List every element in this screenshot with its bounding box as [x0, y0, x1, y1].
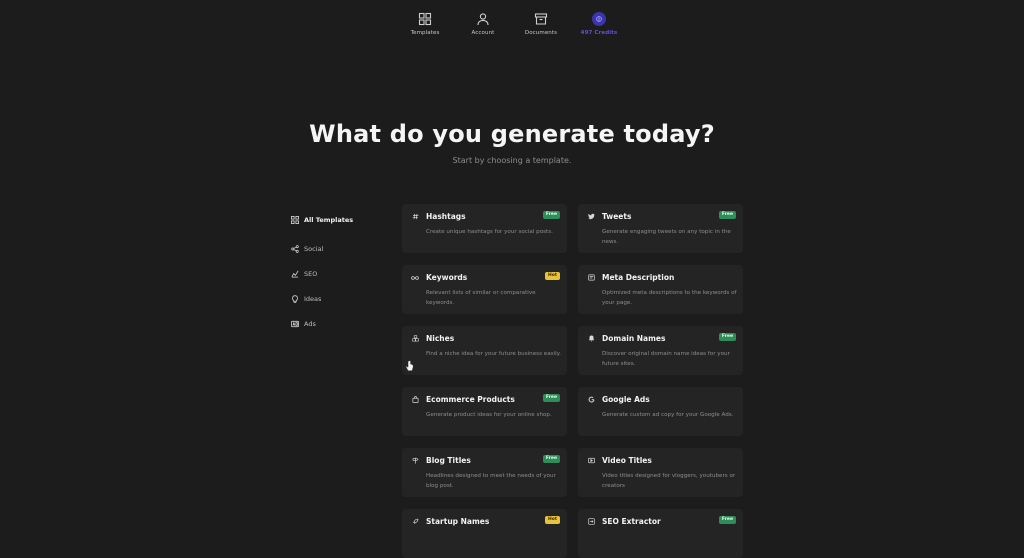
template-title: Startup Names	[426, 517, 490, 526]
page-subtitle: Start by choosing a template.	[452, 156, 572, 165]
template-card-niches[interactable]: Niches Find a niche idea for your future…	[402, 326, 567, 375]
free-badge: Free	[718, 211, 736, 219]
sidebar-item-label: SEO	[304, 269, 318, 278]
twitter-icon	[587, 213, 595, 221]
bell-icon	[587, 335, 595, 343]
template-description: Optimized meta descriptions to the keywo…	[602, 290, 737, 306]
infinity-icon	[411, 274, 419, 282]
sidebar-item-social[interactable]: Social	[290, 236, 390, 261]
grid-icon	[290, 215, 299, 224]
template-title: Niches	[426, 334, 455, 343]
nav-account-label: Account	[471, 30, 495, 36]
template-card-keywords[interactable]: Keywords Hot Relevant lists of similar o…	[402, 265, 567, 314]
template-description: Video titles designed for vloggers, yout…	[602, 473, 736, 489]
template-title: Tweets	[602, 212, 632, 221]
archive-icon	[534, 13, 548, 25]
sidebar-item-ideas[interactable]: Ideas	[290, 286, 390, 311]
google-icon	[587, 396, 595, 404]
video-icon	[587, 457, 595, 465]
template-card-video-titles[interactable]: Video Titles Video titles designed for v…	[578, 448, 743, 497]
template-card-seo-extractor[interactable]: SEO Extractor Free	[578, 509, 743, 558]
free-badge: Free	[718, 516, 736, 524]
nav-account[interactable]: Account	[459, 12, 507, 46]
template-title: Keywords	[426, 273, 468, 282]
nav-documents-label: Documents	[524, 30, 558, 36]
template-title: Domain Names	[602, 334, 666, 343]
template-description: Headlines designed to meet the needs of …	[426, 473, 556, 489]
free-badge: Free	[718, 333, 736, 341]
template-card-blog-titles[interactable]: Blog Titles Free Headlines designed to m…	[402, 448, 567, 497]
share-icon	[290, 244, 299, 253]
template-title: Blog Titles	[426, 456, 471, 465]
template-title: Google Ads	[602, 395, 650, 404]
template-card-hashtags[interactable]: Hashtags Free Create unique hashtags for…	[402, 204, 567, 253]
hash-icon	[411, 213, 419, 221]
signpost-icon	[411, 457, 419, 465]
sidebar-item-label: All Templates	[304, 215, 354, 224]
nav-templates-label: Templates	[410, 30, 440, 36]
ad-icon	[290, 319, 299, 328]
extract-icon	[587, 518, 595, 526]
free-badge: Free	[542, 211, 560, 219]
sidebar-item-label: Ads	[304, 319, 316, 328]
document-icon	[587, 274, 595, 282]
credits-icon	[592, 12, 606, 26]
free-badge: Free	[542, 394, 560, 402]
template-grid: Hashtags Free Create unique hashtags for…	[402, 204, 743, 558]
sidebar-item-label: Social	[304, 244, 324, 253]
template-description: Generate product ideas for your online s…	[426, 412, 552, 418]
template-title: Ecommerce Products	[426, 395, 515, 404]
template-description: Discover original domain name ideas for …	[602, 351, 730, 367]
hand-cursor-icon	[405, 360, 414, 372]
hot-badge: Hot	[544, 272, 560, 280]
template-card-google-ads[interactable]: Google Ads Generate custom ad copy for y…	[578, 387, 743, 436]
hot-badge: Hot	[544, 516, 560, 524]
template-description: Generate engaging tweets on any topic in…	[602, 229, 731, 245]
nav-credits[interactable]: 497 Credits	[575, 12, 623, 46]
nav-credits-label: 497 Credits	[580, 30, 618, 36]
nav-templates[interactable]: Templates	[401, 12, 449, 46]
grid-icon	[418, 12, 432, 26]
top-navigation: Templates Account Documents 497 Credits	[0, 0, 1024, 46]
template-description: Create unique hashtags for your social p…	[426, 229, 553, 235]
template-title: Meta Description	[602, 273, 675, 282]
sidebar-item-label: Ideas	[304, 294, 322, 303]
sidebar-item-ads[interactable]: Ads	[290, 311, 390, 336]
page-title: What do you generate today?	[309, 120, 715, 148]
template-description: Generate custom ad copy for your Google …	[602, 412, 734, 418]
cubes-icon	[411, 335, 419, 343]
template-title: SEO Extractor	[602, 517, 661, 526]
template-card-meta-description[interactable]: Meta Description Optimized meta descript…	[578, 265, 743, 314]
template-title: Hashtags	[426, 212, 466, 221]
lightbulb-icon	[290, 294, 299, 303]
template-card-domain-names[interactable]: Domain Names Free Discover original doma…	[578, 326, 743, 375]
nav-documents[interactable]: Documents	[517, 12, 565, 46]
template-title: Video Titles	[602, 456, 652, 465]
template-card-startup-names[interactable]: Startup Names Hot	[402, 509, 567, 558]
bag-icon	[411, 396, 419, 404]
template-description: Relevant lists of similar or comparative…	[426, 290, 536, 306]
trend-icon	[290, 269, 299, 278]
user-icon	[477, 13, 489, 26]
template-card-ecommerce-products[interactable]: Ecommerce Products Free Generate product…	[402, 387, 567, 436]
template-card-tweets[interactable]: Tweets Free Generate engaging tweets on …	[578, 204, 743, 253]
category-sidebar: All Templates Social SEO Ideas Ads	[290, 207, 390, 336]
free-badge: Free	[542, 455, 560, 463]
template-description: Find a niche idea for your future busine…	[426, 351, 561, 357]
rocket-icon	[411, 518, 419, 526]
sidebar-item-all-templates[interactable]: All Templates	[290, 207, 390, 232]
sidebar-item-seo[interactable]: SEO	[290, 261, 390, 286]
